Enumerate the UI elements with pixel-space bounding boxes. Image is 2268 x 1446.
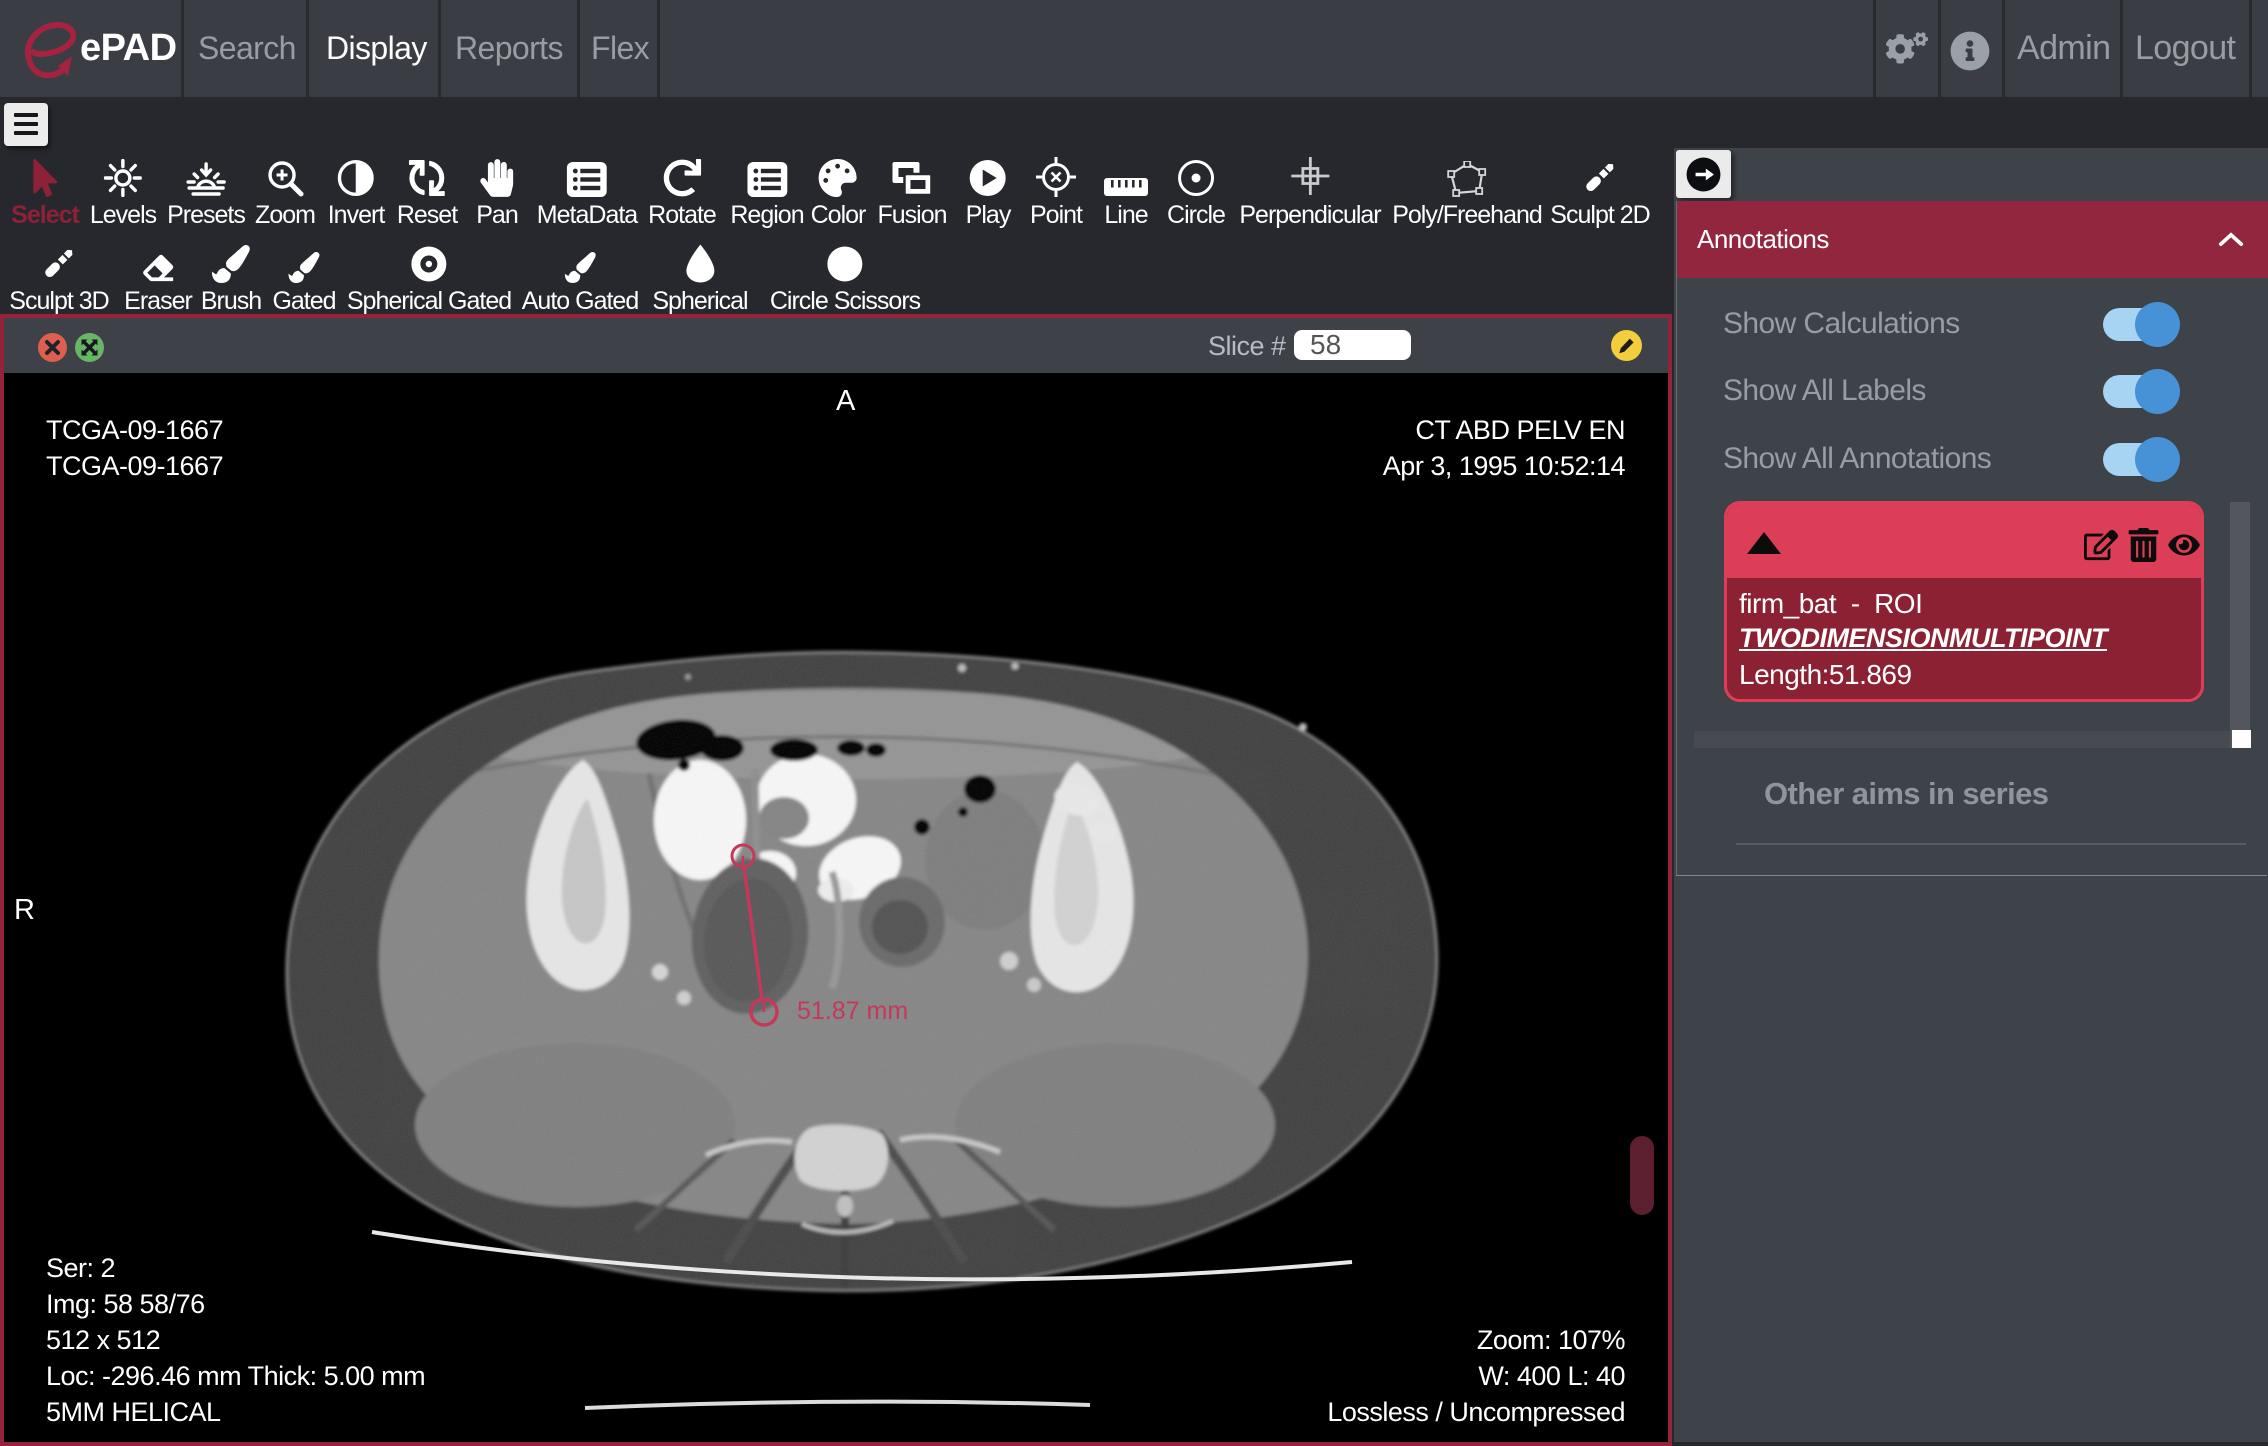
svg-text:51.87 mm: 51.87 mm [797, 997, 908, 1025]
